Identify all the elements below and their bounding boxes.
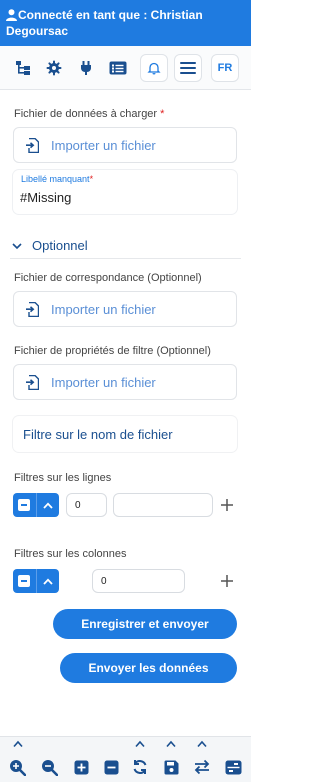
connection-button[interactable] [72,54,100,82]
file-import-icon [26,301,39,317]
row-filter-text-input[interactable] [113,493,213,517]
notifications-button[interactable] [140,54,168,82]
upload-button-label: Importer un fichier [51,301,156,317]
hierarchy-button[interactable] [9,54,37,82]
toggle-panel-button[interactable] [223,757,243,777]
column-filter-number-input[interactable]: 0 [92,569,185,593]
bottom-toolbar [0,736,251,782]
missing-label-caption: Libellé manquant* [21,174,93,184]
mapping-file-label: Fichier de correspondance (Optionnel) [14,272,202,284]
chevron-down-icon [12,242,22,249]
row-filter-controls [13,493,59,517]
missing-label-field[interactable]: Libellé manquant* #Missing [13,170,237,214]
swap-button[interactable] [192,757,212,777]
user-icon [6,9,17,21]
file-import-icon [26,374,39,390]
collapse-button[interactable] [101,757,121,777]
upload-button-label: Importer un fichier [51,137,156,153]
column-filters-label: Filtres sur les colonnes [14,548,127,560]
plug-icon [81,61,91,75]
optional-section-toggle[interactable]: Optionnel [12,238,88,253]
zoom-in-button[interactable] [7,757,27,777]
toolbar: FR [0,46,251,90]
header-bar: Connecté en tant que : Christian Degours… [0,0,251,46]
chevron-up-icon[interactable] [12,740,24,748]
row-filter-minus-button[interactable] [18,499,30,511]
row-filter-number-input[interactable]: 0 [66,493,107,517]
chevron-up-icon[interactable] [43,501,53,509]
chevron-up-icon[interactable] [43,577,53,585]
data-file-upload-button[interactable]: Importer un fichier [13,127,237,163]
data-file-label: Fichier de données à charger * [14,108,164,120]
file-import-icon [26,137,39,153]
column-filter-controls [13,569,59,593]
mapping-file-upload-button[interactable]: Importer un fichier [13,291,237,327]
optional-toggle-label: Optionnel [32,238,88,253]
minus-square-icon [104,760,118,774]
refresh-button[interactable] [130,757,150,777]
hierarchy-icon [16,61,30,75]
menu-icon [180,62,196,74]
missing-label-value: #Missing [20,190,72,205]
filter-props-upload-button[interactable]: Importer un fichier [13,364,237,400]
language-label: FR [217,62,233,74]
required-mark: * [89,174,94,184]
chevron-up-icon[interactable] [196,740,208,748]
chevron-up-icon[interactable] [165,740,177,748]
filename-filter-button[interactable]: Filtre sur le nom de fichier [13,416,237,452]
required-mark: * [160,108,165,120]
chevron-up-icon[interactable] [134,740,146,748]
section-divider [10,258,241,259]
upload-button-label: Importer un fichier [51,374,156,390]
save-and-send-button[interactable]: Enregistrer et envoyer [53,609,237,639]
refresh-icon [133,760,147,774]
data-file-label-text: Fichier de données à charger [14,108,158,120]
save-button[interactable] [161,757,181,777]
plus-icon[interactable] [220,498,234,512]
header-title: Connecté en tant que : Christian Degours… [6,8,203,38]
zoom-in-icon [9,759,26,776]
swap-arrows-icon [194,759,210,775]
filter-props-label: Fichier de propriétés de filtre (Optionn… [14,345,211,357]
zoom-out-button[interactable] [39,757,59,777]
zoom-out-icon [41,759,58,776]
missing-label-text: Libellé manquant [21,174,90,184]
settings-button[interactable] [40,54,68,82]
language-button[interactable]: FR [211,54,239,82]
save-icon [164,760,178,774]
list-button[interactable] [104,54,132,82]
list-icon [109,61,127,75]
plus-icon[interactable] [220,574,234,588]
column-filter-minus-button[interactable] [18,575,30,587]
row-filters-label: Filtres sur les lignes [14,472,112,484]
gear-icon [46,60,62,76]
expand-button[interactable] [71,757,91,777]
bell-icon [147,62,161,75]
menu-button[interactable] [174,54,202,82]
toggle-panel-icon [225,760,241,774]
send-data-button[interactable]: Envoyer les données [60,653,237,683]
plus-square-icon [74,760,88,774]
